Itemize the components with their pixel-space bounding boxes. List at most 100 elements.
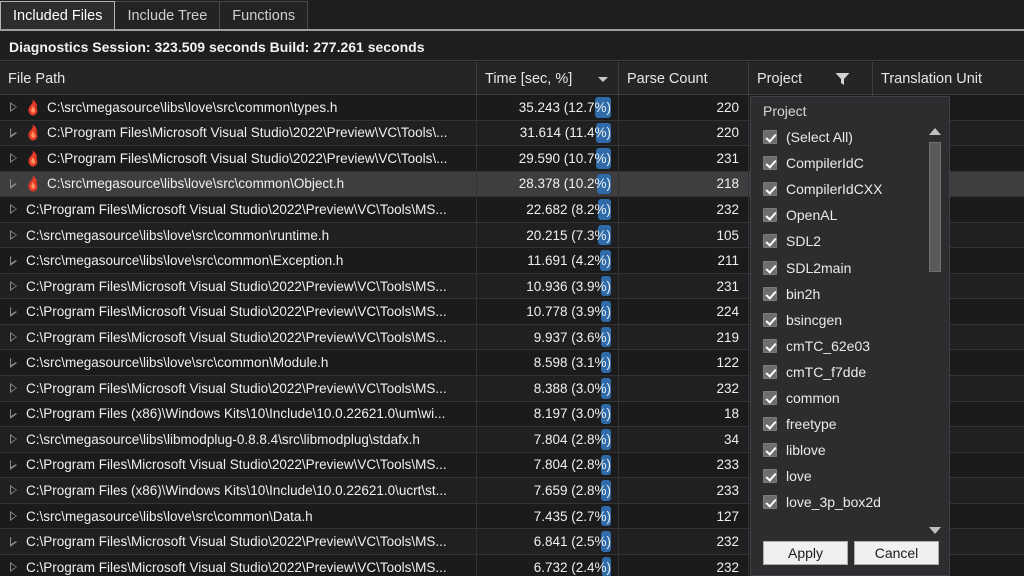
column-header-parse-count[interactable]: Parse Count	[619, 62, 749, 95]
cell-file-path[interactable]: C:\Program Files\Microsoft Visual Studio…	[0, 146, 477, 171]
cell-file-path[interactable]: C:\Program Files (x86)\Windows Kits\10\I…	[0, 478, 477, 503]
filter-item-label: freetype	[786, 416, 837, 433]
expand-arrow-icon[interactable]	[10, 357, 17, 368]
scrollbar-thumb[interactable]	[929, 142, 941, 272]
filter-list-item[interactable]: cmTC_62e03	[763, 333, 949, 359]
expand-arrow-icon[interactable]	[10, 306, 17, 317]
expand-arrow-icon[interactable]	[10, 204, 17, 215]
checkbox[interactable]	[763, 182, 777, 197]
cell-file-path[interactable]: C:\Program Files\Microsoft Visual Studio…	[0, 452, 477, 478]
column-header-file-path-label: File Path	[8, 70, 66, 87]
checkbox[interactable]	[763, 364, 777, 379]
filter-list-item[interactable]: cmTC_f7dde	[763, 359, 949, 385]
expand-arrow-icon[interactable]	[10, 562, 17, 573]
cell-file-path[interactable]: C:\Program Files\Microsoft Visual Studio…	[0, 299, 477, 324]
filter-list-item[interactable]: bin2h	[763, 281, 949, 307]
cell-parse-count: 231	[619, 273, 749, 299]
cell-time: 7.804 (2.8%)	[477, 427, 619, 452]
checkbox[interactable]	[763, 469, 777, 484]
filter-list-item[interactable]: CompilerIdCXX	[763, 176, 949, 202]
time-value: 29.590 (10.7%)	[518, 150, 611, 166]
time-value: 35.243 (12.7%)	[518, 99, 611, 115]
scroll-up-arrow-icon[interactable]	[929, 128, 941, 135]
checkbox[interactable]	[763, 286, 777, 301]
expand-arrow-icon[interactable]	[10, 434, 17, 445]
filter-item-label: (Select All)	[786, 129, 853, 146]
cell-file-path[interactable]: C:\src\megasource\libs\love\src\common\D…	[0, 503, 477, 529]
tab-included-files[interactable]: Included Files	[0, 1, 116, 29]
column-header-time[interactable]: Time [sec, %]	[477, 62, 619, 95]
column-header-file-path[interactable]: File Path	[0, 62, 477, 95]
cancel-button[interactable]: Cancel	[854, 541, 939, 565]
checkbox[interactable]	[763, 495, 777, 510]
expand-arrow-icon[interactable]	[10, 511, 17, 522]
expand-arrow-icon[interactable]	[10, 230, 17, 240]
expand-arrow-icon[interactable]	[10, 459, 17, 470]
time-value: 20.215 (7.3%)	[526, 227, 611, 243]
cell-file-path[interactable]: C:\src\megasource\libs\love\src\common\E…	[0, 248, 477, 273]
cell-file-path[interactable]: C:\Program Files\Microsoft Visual Studio…	[0, 324, 477, 350]
filter-list-item[interactable]: love_3p_box2d	[763, 489, 949, 515]
filter-list-item[interactable]: CompilerIdC	[763, 150, 949, 176]
expand-arrow-icon[interactable]	[10, 102, 17, 113]
apply-button[interactable]: Apply	[763, 541, 848, 565]
checkbox[interactable]	[763, 260, 777, 275]
checkbox[interactable]	[763, 130, 777, 145]
expand-arrow-icon[interactable]	[10, 408, 17, 419]
column-header-translation-unit[interactable]: Translation Unit	[873, 62, 1024, 95]
filter-list-item[interactable]: (Select All)	[763, 124, 949, 150]
checkbox[interactable]	[763, 338, 777, 353]
checkbox[interactable]	[763, 443, 777, 458]
checkbox[interactable]	[763, 208, 777, 223]
cell-file-path[interactable]: C:\Program Files\Microsoft Visual Studio…	[0, 554, 477, 576]
filter-list-item[interactable]: SDL2	[763, 228, 949, 254]
file-path-text: C:\src\megasource\libs\love\src\common\r…	[26, 227, 330, 243]
filter-list-item[interactable]: common	[763, 385, 949, 411]
column-header-project[interactable]: Project	[749, 62, 873, 95]
tab-functions[interactable]: Functions	[219, 1, 309, 29]
filter-list-item[interactable]: bsincgen	[763, 307, 949, 333]
checkbox[interactable]	[763, 417, 777, 432]
cell-file-path[interactable]: C:\src\megasource\libs\love\src\common\t…	[0, 95, 477, 120]
expand-arrow-icon[interactable]	[10, 485, 17, 496]
expand-arrow-icon[interactable]	[10, 281, 17, 292]
filter-list-scrollbar[interactable]	[927, 126, 943, 535]
cell-file-path[interactable]: C:\Program Files\Microsoft Visual Studio…	[0, 120, 477, 146]
checkbox[interactable]	[763, 312, 777, 327]
cell-file-path[interactable]: C:\src\megasource\libs\love\src\common\M…	[0, 350, 477, 376]
expand-arrow-icon[interactable]	[10, 332, 17, 343]
expand-arrow-icon[interactable]	[10, 178, 17, 189]
tab-include-tree[interactable]: Include Tree	[114, 1, 221, 29]
cell-file-path[interactable]: C:\src\megasource\libs\love\src\common\O…	[0, 171, 477, 197]
project-filter-popup[interactable]: Project (Select All) CompilerIdC CompilerI…	[750, 96, 950, 576]
time-value: 8.598 (3.1%)	[533, 355, 611, 371]
expand-arrow-icon[interactable]	[10, 383, 17, 394]
filter-list-item[interactable]: love	[763, 463, 949, 489]
tab-strip: Included Files Include Tree Functions	[0, 0, 1024, 31]
cell-file-path[interactable]: C:\Program Files\Microsoft Visual Studio…	[0, 529, 477, 554]
checkbox[interactable]	[763, 234, 777, 249]
cell-file-path[interactable]: C:\Program Files\Microsoft Visual Studio…	[0, 273, 477, 299]
scroll-down-arrow-icon[interactable]	[929, 527, 941, 534]
filter-list-item[interactable]: liblove	[763, 437, 949, 463]
expand-arrow-icon[interactable]	[10, 255, 17, 266]
expand-arrow-icon[interactable]	[10, 536, 17, 547]
filter-checkbox-list[interactable]: (Select All) CompilerIdC CompilerIdCXX Open…	[751, 124, 949, 535]
cell-file-path[interactable]: C:\Program Files\Microsoft Visual Studio…	[0, 376, 477, 401]
filter-item-label: SDL2main	[786, 259, 852, 276]
cell-time: 29.590 (10.7%)	[477, 146, 619, 171]
cell-file-path[interactable]: C:\Program Files (x86)\Windows Kits\10\I…	[0, 401, 477, 427]
expand-arrow-icon[interactable]	[10, 127, 17, 138]
expand-arrow-icon[interactable]	[10, 153, 17, 164]
filter-list-item[interactable]: SDL2main	[763, 254, 949, 280]
cell-file-path[interactable]: C:\src\megasource\libs\love\src\common\r…	[0, 222, 477, 248]
checkbox[interactable]	[763, 390, 777, 405]
filter-list-item[interactable]: OpenAL	[763, 202, 949, 228]
filter-item-label: love	[786, 468, 812, 485]
cell-file-path[interactable]: C:\src\megasource\libs\libmodplug-0.8.8.…	[0, 427, 477, 452]
cell-time: 20.215 (7.3%)	[477, 222, 619, 248]
checkbox[interactable]	[763, 156, 777, 171]
filter-funnel-icon[interactable]	[835, 72, 850, 86]
filter-list-item[interactable]: freetype	[763, 411, 949, 437]
cell-file-path[interactable]: C:\Program Files\Microsoft Visual Studio…	[0, 197, 477, 222]
